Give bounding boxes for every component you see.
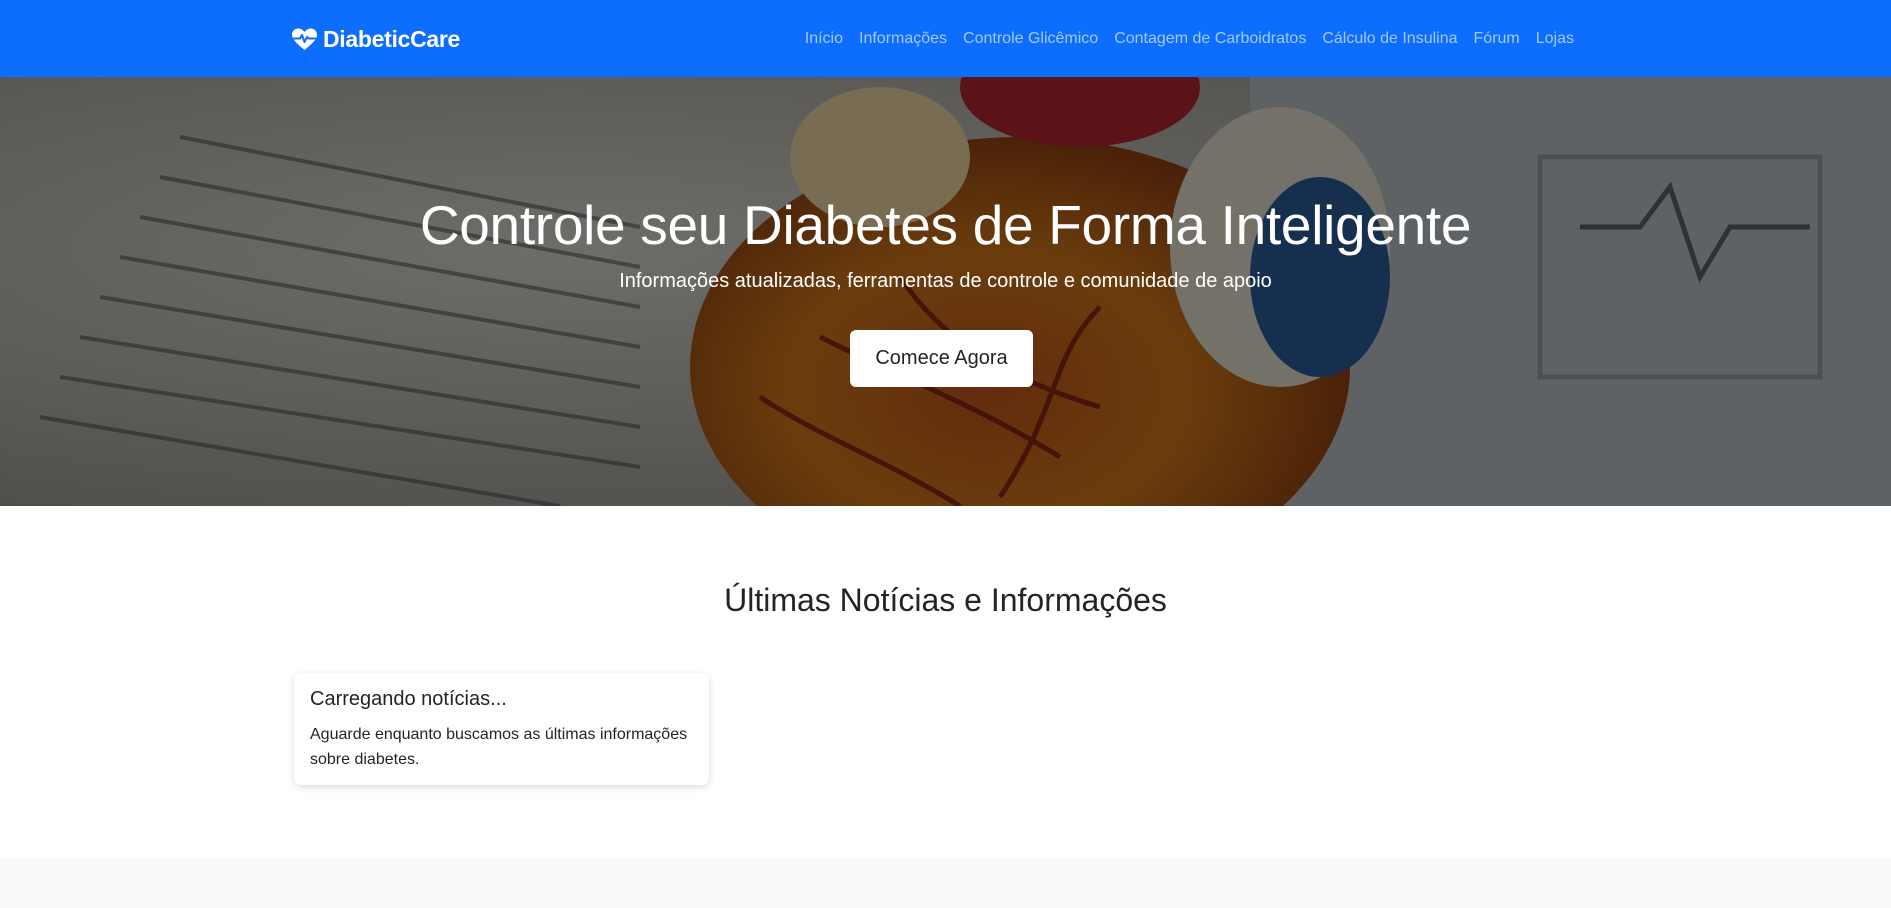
- nav-link-controle-glicemico[interactable]: Controle Glicêmico: [955, 30, 1106, 48]
- hero-title: Controle seu Diabetes de Forma Inteligen…: [419, 194, 1472, 256]
- brand-link[interactable]: DiabeticCare: [292, 24, 460, 54]
- nav-link-forum[interactable]: Fórum: [1466, 30, 1528, 48]
- heart-pulse-icon: [292, 28, 317, 51]
- get-started-button[interactable]: Comece Agora: [850, 330, 1033, 387]
- nav-link-inicio[interactable]: Início: [797, 30, 851, 48]
- nav-link-informacoes[interactable]: Informações: [851, 30, 955, 48]
- navbar: DiabeticCare Início Informações Controle…: [0, 0, 1891, 77]
- hero-section: Controle seu Diabetes de Forma Inteligen…: [0, 77, 1891, 506]
- nav-links: Início Informações Controle Glicêmico Co…: [797, 27, 1582, 51]
- hero-subtitle: Informações atualizadas, ferramentas de …: [619, 270, 1272, 292]
- news-card-text: Aguarde enquanto buscamos as últimas inf…: [310, 726, 688, 768]
- nav-link-calculo-insulina[interactable]: Cálculo de Insulina: [1314, 30, 1465, 48]
- news-section-title: Últimas Notícias e Informações: [724, 582, 1167, 618]
- page: DiabeticCare Início Informações Controle…: [0, 0, 1891, 908]
- news-card-title: Carregando notícias...: [310, 688, 507, 710]
- next-section-band: [0, 858, 1891, 908]
- news-card[interactable]: Carregando notícias... Aguarde enquanto …: [294, 673, 709, 785]
- nav-link-contagem-carboidratos[interactable]: Contagem de Carboidratos: [1106, 30, 1314, 48]
- brand-name: DiabeticCare: [323, 25, 461, 52]
- nav-link-lojas[interactable]: Lojas: [1528, 30, 1582, 48]
